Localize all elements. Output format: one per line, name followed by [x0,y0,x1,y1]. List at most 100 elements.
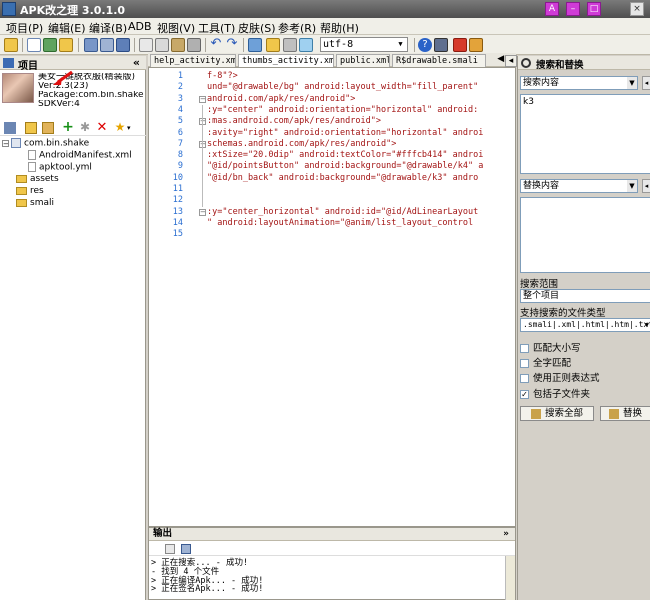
output-scrollbar[interactable] [505,556,515,600]
menu-tools[interactable]: 工具(T) [198,20,235,36]
menu-view[interactable]: 视图(V) [157,20,195,36]
tab-thumbs-activity[interactable]: thumbs_activity.xml × [238,54,334,67]
fold-toggle-icon[interactable]: − [199,208,206,216]
tree-node-package[interactable]: − com.bin.shake [2,138,89,149]
code-line[interactable]: schemas.android.com/apk/res/android"> [207,139,515,149]
checkbox-box[interactable] [520,344,529,353]
folder-icon[interactable] [59,38,73,52]
tab-public-xml[interactable]: public.xml × [336,54,390,67]
home-icon[interactable] [469,38,483,52]
close-icon[interactable]: × [630,2,644,16]
replace-options-button[interactable]: ◂ [642,179,650,193]
minimize-icon[interactable]: – [566,2,580,16]
code-line[interactable]: "@id/bn_back" android:background="@drawa… [207,173,515,183]
regex-checkbox[interactable]: 使用正则表达式 [520,370,600,384]
clear-output-icon[interactable] [165,544,175,554]
tree-view-icon[interactable] [4,122,16,134]
match-case-checkbox[interactable]: 匹配大小写 [520,340,581,354]
settings-icon[interactable]: ✱ [79,121,91,134]
code-line[interactable]: :y="center_horizontal" android:id="@id/A… [207,207,515,217]
split-view-icon[interactable]: ◂ [505,55,517,67]
new-project-icon[interactable] [27,38,41,52]
copy-icon[interactable] [139,38,153,52]
save-icon[interactable] [84,38,98,52]
open-file-icon[interactable] [25,122,37,134]
encoding-select[interactable]: utf-8 ▼ [320,37,408,52]
line-number: 7 [177,138,183,149]
checkbox-box[interactable] [520,359,529,368]
paste-icon[interactable] [171,38,185,52]
search-text-area[interactable]: k3 [520,94,650,174]
menu-help[interactable]: 帮助(H) [320,20,359,36]
cut-icon[interactable] [155,38,169,52]
fold-toggle-icon[interactable]: − [199,95,206,103]
build-icon[interactable] [43,38,57,52]
redo-icon[interactable]: ↷ [225,37,239,52]
undo-icon[interactable]: ↶ [209,37,223,52]
chevron-down-icon[interactable]: ▼ [627,77,637,89]
delete-icon[interactable]: ✕ [96,121,108,134]
tab-help-activity[interactable]: help_activity.xml × [150,54,236,67]
include-subfolders-checkbox[interactable]: ✓ 包括子文件夹 [520,386,590,400]
info-icon[interactable] [434,38,448,52]
menu-project[interactable]: 项目(P) [6,20,43,36]
code-line[interactable]: f-8"?> [207,71,515,81]
tab-r-drawable-smali[interactable]: R$drawable.smali [392,54,486,67]
save-all-icon[interactable] [116,38,130,52]
filetypes-select[interactable]: .smali|.xml|.html|.htm|.txt ▼ [520,318,650,332]
menu-adb[interactable]: ADB [128,20,152,33]
maximize-icon[interactable]: □ [587,2,601,16]
window-icon[interactable] [299,38,313,52]
menu-edit[interactable]: 编辑(E) [48,20,86,36]
replace-text-area[interactable] [520,197,650,273]
code-line[interactable]: :y="center" android:orientation="horizon… [207,105,515,115]
code-editor[interactable]: 1 2 3 4 5 6 7 8 9 10 11 12 13 14 15 f-8"?> und="@drawab… [148,67,516,527]
format-icon[interactable] [283,38,297,52]
code-line[interactable]: android.com/apk/res/android"> [207,94,515,104]
refresh-icon[interactable] [42,122,54,134]
collapse-output-icon[interactable]: » [503,528,509,540]
checkbox-box[interactable] [520,374,529,383]
code-line[interactable]: :mas.android.com/apk/res/android"> [207,116,515,126]
find-icon[interactable] [187,38,201,52]
code-line[interactable]: "@id/pointsButton" android:background="@… [207,161,515,171]
favorite-dropdown-icon[interactable]: ▾ [127,122,139,134]
replace-input[interactable]: 替换内容 ▼ [520,179,638,193]
tree-node-manifest[interactable]: AndroidManifest.xml [28,150,132,161]
chevron-down-icon[interactable]: ▼ [645,319,649,331]
replace-button[interactable]: 替换 [600,406,650,421]
menu-build[interactable]: 编译(B) [89,20,127,36]
image-icon[interactable] [266,38,280,52]
collapse-panel-icon[interactable]: « [133,56,140,69]
code-line[interactable]: und="@drawable/bg" android:layout_width=… [207,82,515,92]
scope-select[interactable]: 整个项目 [520,289,650,303]
whole-word-checkbox[interactable]: 全字匹配 [520,355,571,369]
copy-output-icon[interactable] [181,544,191,554]
chevron-down-icon[interactable]: ▼ [627,180,637,192]
scope-label: 搜索范围 [520,279,559,290]
tree-node-res[interactable]: res [16,186,44,197]
code-line[interactable]: :xtSize="20.0dip" android:textColor="#ff… [207,150,515,160]
help-icon[interactable]: ? [418,38,432,52]
search-all-button[interactable]: 搜索全部 [520,406,594,421]
menu-reference[interactable]: 参考(R) [278,20,316,36]
indent-icon[interactable] [248,38,262,52]
add-icon[interactable]: + [62,120,74,134]
tree-node-smali[interactable]: smali [16,198,54,209]
tree-node-assets[interactable]: assets [16,174,59,185]
main-toolbar: ↶ ↷ utf-8 ▼ ? [0,35,650,55]
favorite-icon[interactable]: ★ [114,121,126,134]
code-line[interactable]: :avity="right" android:orientation="hori… [207,128,515,138]
weibo-icon[interactable] [453,38,467,52]
line-number: 13 [172,206,183,217]
open-folder-icon[interactable] [4,38,18,52]
search-options-button[interactable]: ◂ [642,76,650,90]
checkbox-box[interactable]: ✓ [520,390,529,399]
save-as-icon[interactable] [100,38,114,52]
menu-skin[interactable]: 皮肤(S) [238,20,276,36]
tree-node-apktool[interactable]: apktool.yml [28,162,92,173]
collapse-icon[interactable]: − [2,139,9,147]
code-line[interactable]: " android:layoutAnimation="@anim/list_la… [207,218,515,228]
tool-window-icon[interactable]: A [545,2,559,16]
search-input[interactable]: 搜索内容 ▼ [520,76,638,90]
